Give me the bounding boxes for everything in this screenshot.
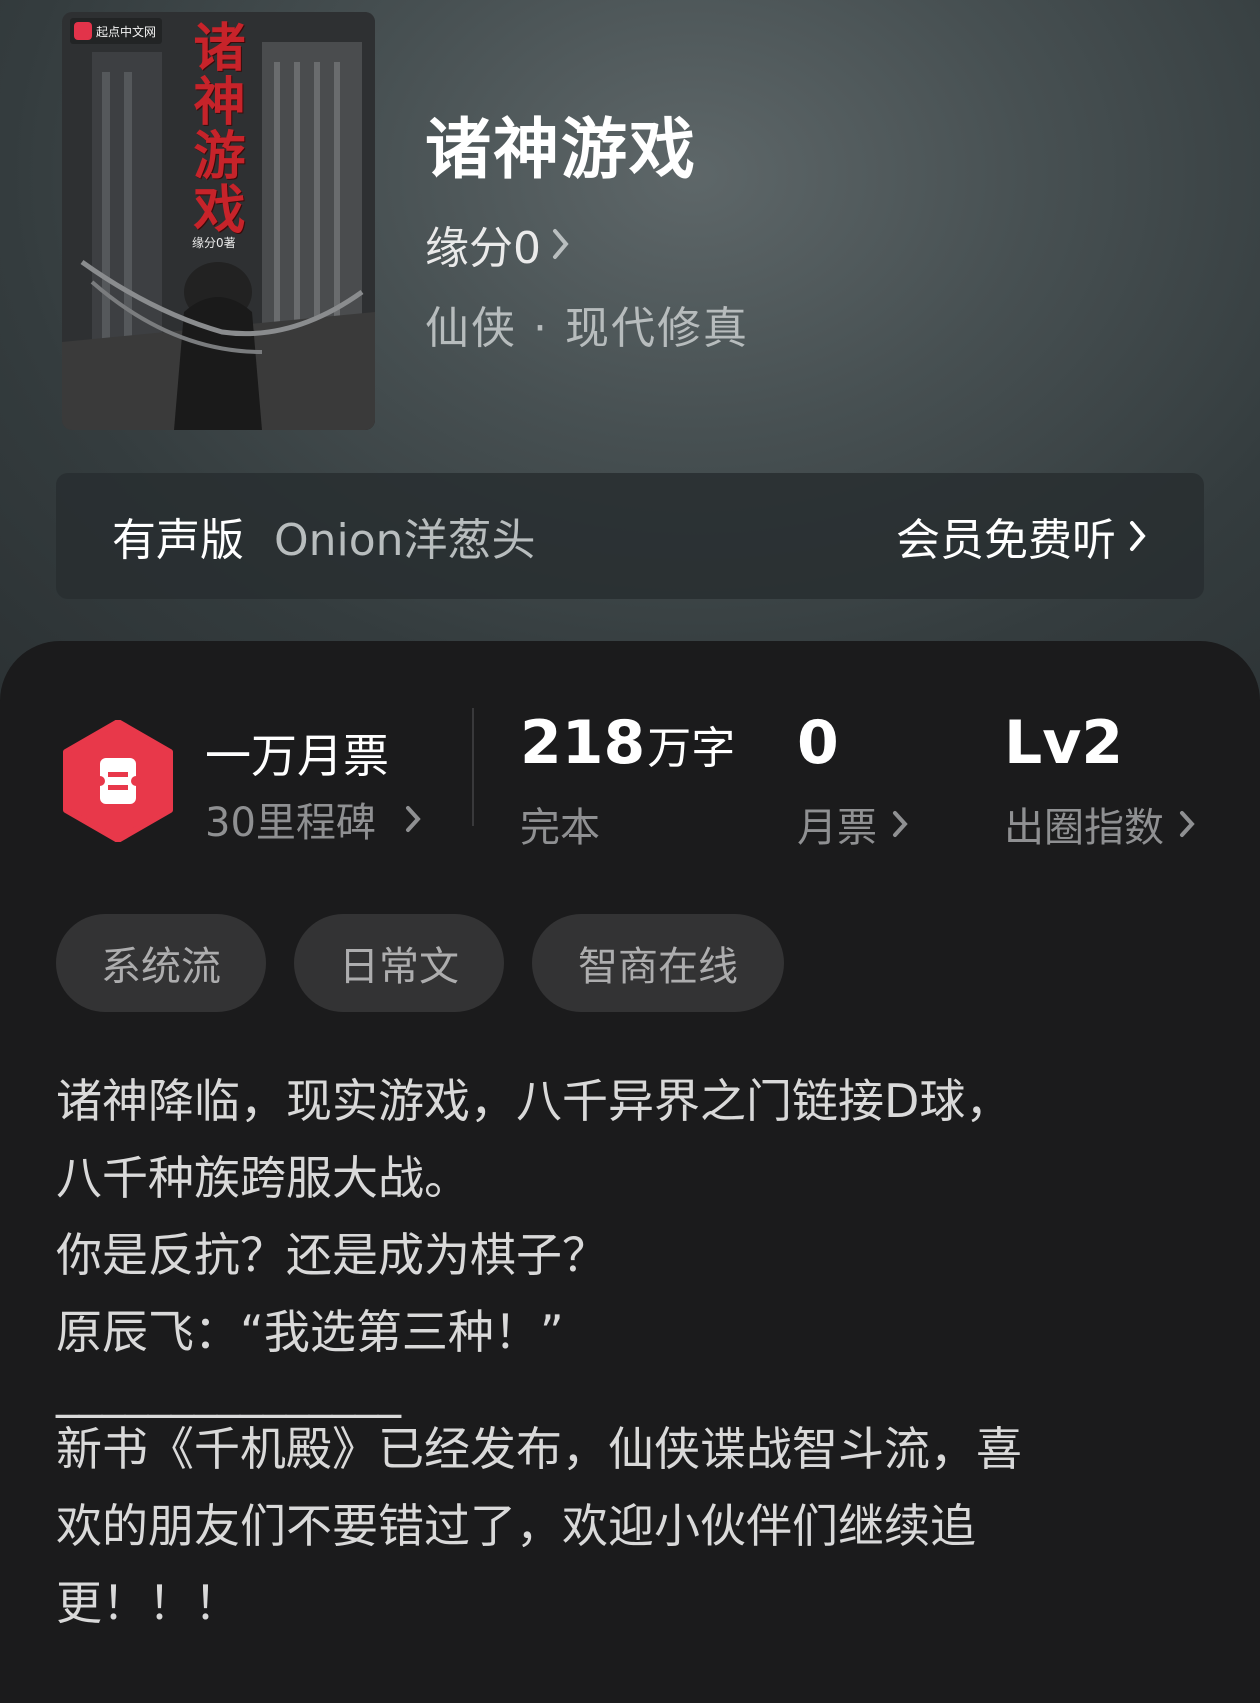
member-free-listen-label: 会员免费听 <box>896 515 1116 566</box>
chevron-right-icon <box>891 809 909 839</box>
description-line: 原辰飞：“我选第三种！” <box>56 1305 564 1359</box>
word-count: 218 万字 <box>520 708 735 778</box>
monthly-ticket-badge-icon[interactable] <box>62 720 174 842</box>
author-link[interactable]: 缘分0 <box>425 212 571 276</box>
monthly-ticket-label: 月票 <box>797 805 877 851</box>
chevron-right-icon <box>1128 519 1148 553</box>
monthly-ticket-value: 0 <box>797 708 839 778</box>
publisher-name: 起点中文网 <box>96 24 157 39</box>
publisher-logo-icon <box>74 22 92 40</box>
audio-label: 有声版 <box>112 515 244 566</box>
cover-author: 缘分0著 <box>192 236 236 250</box>
description-line: 八千种族跨服大战。 <box>56 1151 470 1205</box>
book-genre: 仙侠 · 现代修真 <box>425 303 749 354</box>
monthly-ticket-count: 0 <box>797 708 839 778</box>
book-description[interactable]: 诸神降临，现实游戏，八千异界之门链接D球， 八千种族跨服大战。 你是反抗？还是成… <box>56 1063 1206 1642</box>
audio-narrator: Onion洋葱头 <box>274 515 536 566</box>
tag-high-iq[interactable]: 智商在线 <box>532 914 784 1012</box>
influence-index-link[interactable]: 出圈指数 <box>1004 795 1196 853</box>
tag-system-flow[interactable]: 系统流 <box>56 914 266 1012</box>
description-line: _______________ <box>56 1364 401 1418</box>
description-line: 新书《千机殿》已经发布，仙侠谍战智斗流，喜 <box>56 1422 1022 1476</box>
audio-version-bar[interactable]: 有声版 Onion洋葱头 会员免费听 <box>56 473 1204 599</box>
description-line: 欢的朋友们不要错过了，欢迎小伙伴们继续追 <box>56 1499 976 1553</box>
description-line: 诸神降临，现实游戏，八千异界之门链接D球， <box>56 1074 1012 1128</box>
influence-level: Lv2 <box>1004 708 1123 778</box>
influence-level-value: Lv2 <box>1004 708 1124 778</box>
publisher-logo: 起点中文网 <box>70 18 163 44</box>
influence-index-label: 出圈指数 <box>1004 805 1164 851</box>
chevron-right-icon <box>1178 809 1196 839</box>
cover-title: 诸神游戏 <box>184 20 245 236</box>
stats-divider <box>472 708 474 826</box>
description-line: 更！！！ <box>56 1576 240 1630</box>
completion-status: 完本 <box>520 805 600 851</box>
book-cover[interactable]: 起点中文网 诸神游戏 缘分0著 <box>62 12 375 430</box>
milestone-link[interactable]: 30里程碑 <box>205 790 422 848</box>
milestone-title[interactable]: 一万月票 <box>205 720 389 786</box>
description-line: 你是反抗？还是成为棋子？ <box>56 1228 608 1282</box>
chevron-right-icon <box>551 227 571 261</box>
chevron-right-icon <box>404 804 422 834</box>
tag-daily-life[interactable]: 日常文 <box>294 914 504 1012</box>
member-free-listen-button[interactable]: 会员免费听 <box>896 504 1148 568</box>
milestone-sub: 30里程碑 <box>205 800 376 846</box>
book-title: 诸神游戏 <box>425 110 697 188</box>
author-name: 缘分0 <box>425 223 541 274</box>
word-count-value: 218 <box>520 708 646 778</box>
word-count-unit: 万字 <box>647 723 736 774</box>
monthly-ticket-link[interactable]: 月票 <box>797 795 909 853</box>
